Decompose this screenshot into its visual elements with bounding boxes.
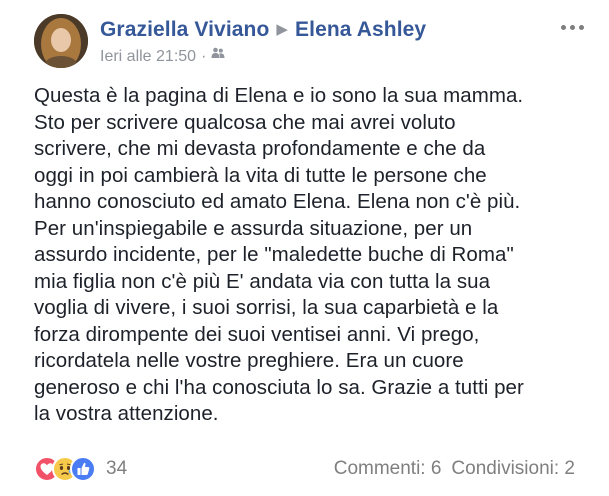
post-footer: 34 Commenti: 6 Condivisioni: 2 <box>34 452 575 482</box>
post-header: Graziella Viviano ▶ Elena Ashley Ieri alle… <box>34 14 589 74</box>
more-options-icon[interactable] <box>561 22 585 32</box>
facebook-post: Graziella Viviano ▶ Elena Ashley Ieri alle… <box>0 0 609 496</box>
friends-icon[interactable] <box>211 46 225 64</box>
post-title-line: Graziella Viviano ▶ Elena Ashley <box>100 18 426 42</box>
post-body-text: Questa è la pagina di Elena e io sono la… <box>34 84 524 425</box>
post-meta: Ieri alle 21:50 · <box>100 46 225 66</box>
author-name-link[interactable]: Graziella Viviano <box>100 18 269 41</box>
right-arrow-icon: ▶ <box>276 21 289 38</box>
recipient-name-link[interactable]: Elena Ashley <box>295 18 426 41</box>
shares-count-link[interactable]: Condivisioni: 2 <box>451 458 575 479</box>
author-avatar[interactable] <box>34 14 88 68</box>
reaction-count: 34 <box>106 458 128 479</box>
comments-count-link[interactable]: Commenti: 6 <box>334 458 442 479</box>
meta-separator: · <box>201 48 207 66</box>
post-timestamp[interactable]: Ieri alle 21:50 <box>100 48 196 65</box>
like-reaction-icon <box>70 456 96 482</box>
avatar-photo-icon <box>34 14 88 68</box>
post-stats: Commenti: 6 Condivisioni: 2 <box>334 456 575 482</box>
